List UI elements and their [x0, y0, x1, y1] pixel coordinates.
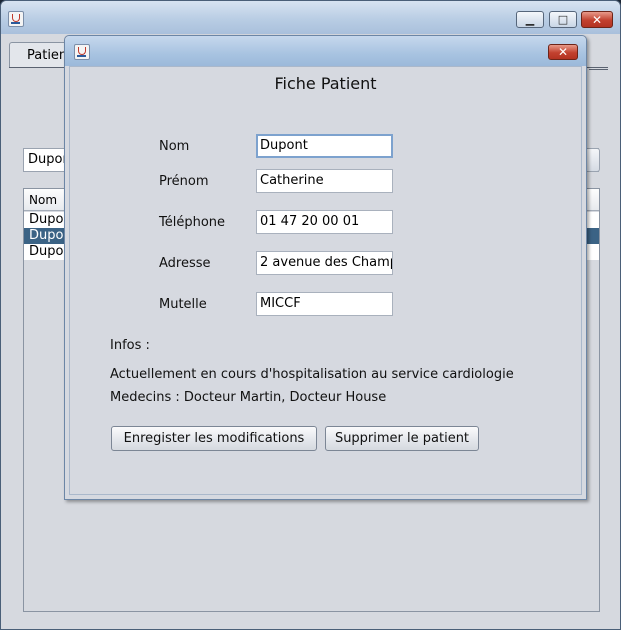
delete-patient-button[interactable]: Supprimer le patient [325, 426, 479, 451]
label-telephone: Téléphone [159, 215, 226, 230]
combo-dropdown-button[interactable] [587, 148, 600, 172]
java-icon [74, 44, 90, 60]
dialog-heading: Fiche Patient [274, 74, 377, 93]
input-nom[interactable]: Dupont [256, 134, 393, 158]
dialog-close-button[interactable]: ✕ [548, 44, 578, 60]
label-nom: Nom [159, 139, 190, 154]
dialog-titlebar[interactable]: ✕ [65, 36, 586, 66]
infos-label: Infos : [110, 338, 150, 353]
label-prenom: Prénom [159, 174, 209, 189]
tab-patients[interactable]: Patients [9, 42, 69, 68]
label-mutelle: Mutelle [159, 297, 207, 312]
tab-divider-lower [589, 69, 608, 70]
input-prenom[interactable]: Catherine [256, 169, 393, 193]
input-mutelle[interactable]: MICCF [256, 292, 393, 316]
input-telephone[interactable]: 01 47 20 00 01 [256, 210, 393, 234]
input-adresse[interactable]: 2 avenue des Champs [256, 251, 393, 275]
patient-dialog: ✕ Fiche Patient Nom Dupont Prénom Cather… [64, 35, 587, 500]
maximize-icon: □ [557, 13, 569, 26]
minimize-button[interactable]: ▁ [516, 11, 544, 28]
close-icon: ✕ [557, 45, 569, 59]
save-button[interactable]: Enregister les modifications [111, 426, 317, 451]
close-icon: ✕ [591, 12, 603, 27]
java-icon [8, 11, 24, 27]
infos-line-2: Medecins : Docteur Martin, Docteur House [110, 390, 387, 405]
label-adresse: Adresse [159, 256, 211, 271]
minimize-icon: ▁ [525, 13, 535, 26]
main-titlebar[interactable]: ▁ □ ✕ [1, 1, 620, 34]
infos-line-1: Actuellement en cours d'hospitalisation … [110, 367, 514, 382]
maximize-button[interactable]: □ [549, 11, 577, 28]
close-button[interactable]: ✕ [581, 11, 613, 28]
